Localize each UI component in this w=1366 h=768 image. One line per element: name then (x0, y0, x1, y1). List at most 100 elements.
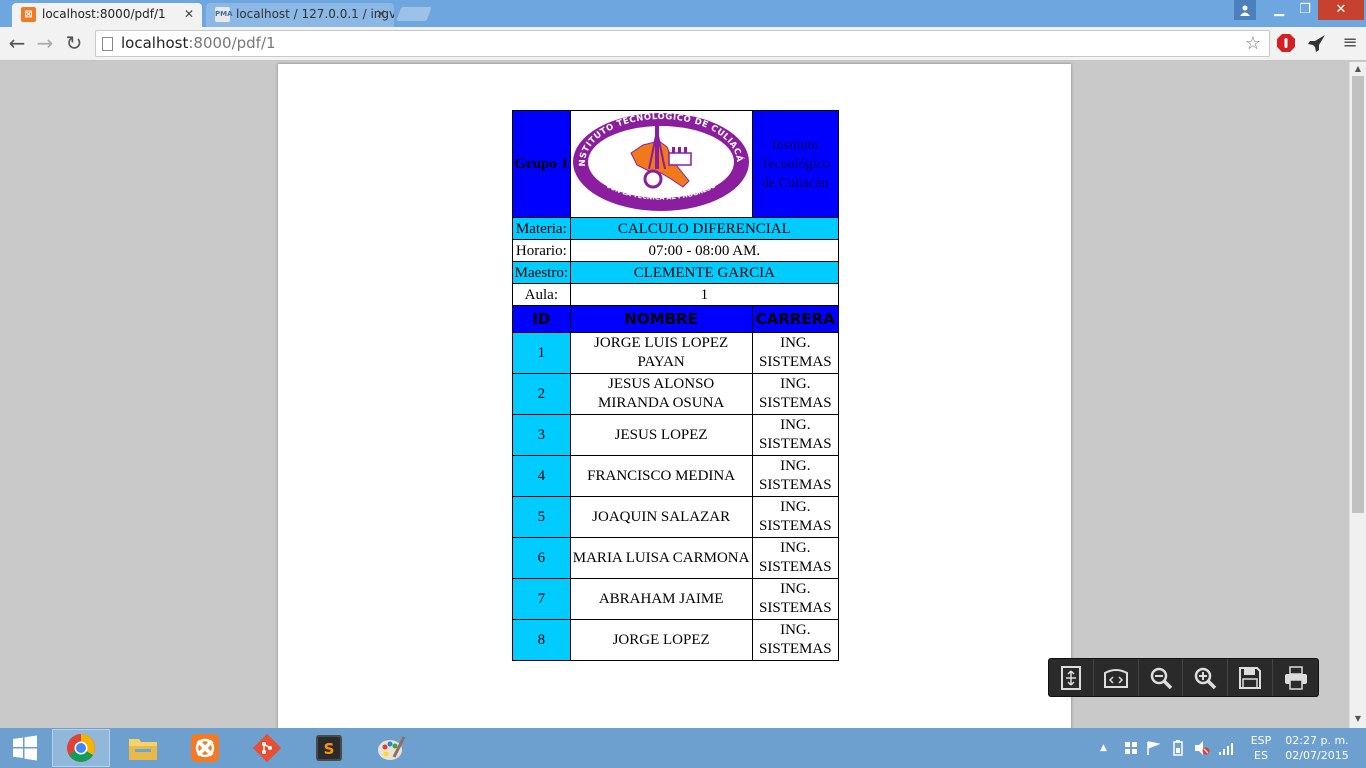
browser-toolbar: ← → ↻ localhost:8000/pdf/1 ☆ ≡ (0, 27, 1366, 61)
table-row: 5 JOAQUIN SALAZAR ING. SISTEMAS (512, 496, 840, 538)
student-career: ING. SISTEMAS (751, 578, 840, 620)
tab-title: localhost:8000/pdf/1 (42, 7, 166, 21)
chrome-menu-icon[interactable]: ≡ (1338, 32, 1362, 56)
institution-name: Instituto Tecnológico de Culiacán (751, 110, 840, 218)
close-window-button[interactable]: ✕ (1318, 0, 1364, 20)
sublime-text-icon: S (316, 735, 342, 761)
report-table: Grupo 1 INSTITUTO TECNOLÓGICO DE CULIACÁ… (512, 104, 840, 661)
battery-icon[interactable] (1170, 728, 1186, 768)
chrome-icon (67, 734, 95, 762)
info-label: Materia: (512, 217, 571, 240)
institute-logo: INSTITUTO TECNOLÓGICO DE CULIACÁN CON LA… (567, 104, 750, 211)
windows-logo-icon (13, 735, 37, 761)
student-id: 5 (512, 496, 571, 538)
student-name: ABRAHAM JAIME (569, 578, 753, 620)
table-row: 6 MARIA LUISA CARMONA ING. SISTEMAS (512, 537, 840, 579)
network-signal-icon[interactable] (1218, 728, 1234, 768)
student-career: ING. SISTEMAS (751, 496, 840, 538)
page-viewport: Grupo 1 INSTITUTO TECNOLÓGICO DE CULIACÁ… (0, 62, 1349, 728)
git-icon (252, 733, 282, 763)
tab-phpmyadmin[interactable]: PMA localhost / 127.0.0.1 / ingv ✕ (206, 3, 394, 27)
fit-page-icon (1060, 665, 1081, 690)
pdf-page: Grupo 1 INSTITUTO TECNOLÓGICO DE CULIACÁ… (278, 64, 1071, 728)
xampp-favicon-icon: ⊠ (21, 7, 36, 22)
info-label: Horario: (512, 239, 571, 262)
volume-muted-icon[interactable] (1194, 728, 1210, 768)
table-row: 8 JORGE LOPEZ ING. SISTEMAS (512, 619, 840, 661)
vertical-scrollbar[interactable]: ▲ ▼ (1349, 62, 1366, 728)
student-career: ING. SISTEMAS (751, 537, 840, 579)
zoom-out-button[interactable] (1139, 659, 1184, 696)
student-id: 2 (512, 373, 571, 415)
taskbar-xampp[interactable] (176, 729, 234, 767)
column-header-id: ID (512, 305, 571, 333)
student-name: JORGE LUIS LOPEZ PAYAN (569, 332, 753, 374)
info-row-maestro: Maestro: CLEMENTE GARCIA (512, 261, 840, 284)
table-row: 4 FRANCISCO MEDINA ING. SISTEMAS (512, 455, 840, 497)
zoom-in-button[interactable] (1183, 659, 1229, 696)
address-bar[interactable]: localhost:8000/pdf/1 ☆ (95, 30, 1270, 57)
flag-icon[interactable] (1146, 728, 1161, 768)
page-icon (102, 37, 113, 51)
info-value: 1 (569, 283, 840, 306)
student-career: ING. SISTEMAS (751, 414, 840, 456)
info-label: Maestro: (512, 261, 571, 284)
student-name: JORGE LOPEZ (569, 619, 753, 661)
print-button[interactable] (1273, 659, 1318, 696)
column-header-nombre: NOMBRE (569, 305, 753, 333)
taskbar-chrome[interactable] (52, 729, 110, 767)
taskbar-sublime-text[interactable]: S (300, 729, 358, 767)
adblock-extension-icon[interactable] (1276, 33, 1296, 53)
close-tab-icon[interactable]: ✕ (376, 3, 386, 25)
restore-button[interactable]: ❐ (1292, 0, 1318, 20)
reload-button[interactable]: ↻ (62, 32, 86, 56)
pdf-viewer-controls (1048, 658, 1319, 697)
folder-icon (129, 739, 157, 760)
student-career: ING. SISTEMAS (751, 373, 840, 415)
start-button[interactable] (0, 729, 50, 767)
student-id: 4 (512, 455, 571, 497)
rocket-extension-icon[interactable] (1307, 33, 1327, 53)
url-text[interactable]: localhost:8000/pdf/1 (121, 31, 276, 56)
student-name: MARIA LUISA CARMONA (569, 537, 753, 579)
new-tab-button[interactable] (395, 6, 433, 22)
report-header-row: Grupo 1 INSTITUTO TECNOLÓGICO DE CULIACÁ… (512, 104, 840, 218)
tab-pdf[interactable]: ⊠ localhost:8000/pdf/1 ✕ (12, 3, 202, 27)
info-value: 07:00 - 08:00 AM. (569, 239, 840, 262)
forward-button[interactable]: → (33, 32, 57, 56)
back-button[interactable]: ← (5, 32, 29, 56)
scroll-up-arrow[interactable]: ▲ (1350, 64, 1366, 73)
logo-cell: INSTITUTO TECNOLÓGICO DE CULIACÁN CON LA… (567, 104, 753, 218)
save-button[interactable] (1228, 659, 1274, 696)
clock[interactable]: 02:27 p. m. 02/07/2015 (1284, 728, 1350, 768)
clock-time: 02:27 p. m. (1285, 734, 1349, 747)
column-header-row: ID NOMBRE CARRERA (512, 305, 840, 333)
taskbar-git[interactable] (238, 729, 296, 767)
tab-title: localhost / 127.0.0.1 / ingv (236, 7, 394, 21)
student-career: ING. SISTEMAS (751, 455, 840, 497)
taskbar-paint[interactable] (362, 729, 420, 767)
info-row-aula: Aula: 1 (512, 283, 840, 306)
student-id: 1 (512, 332, 571, 374)
info-row-materia: Materia: CALCULO DIFERENCIAL (512, 217, 840, 240)
paint-icon (378, 736, 406, 760)
table-row: 7 ABRAHAM JAIME ING. SISTEMAS (512, 578, 840, 620)
taskbar-file-explorer[interactable] (114, 729, 172, 767)
language-code: ESP (1250, 734, 1272, 747)
windows-taskbar: S ▲ ESP ES 02:27 p. m. 02/07/2015 (0, 728, 1366, 768)
page-nav-button[interactable] (1094, 659, 1139, 696)
print-icon (1284, 665, 1307, 690)
input-language-indicator[interactable]: ESP ES (1246, 728, 1276, 768)
minimize-button[interactable]: ▁ (1266, 0, 1292, 20)
show-hidden-icons[interactable]: ▲ (1100, 728, 1107, 768)
user-profile-icon[interactable] (1234, 0, 1256, 20)
action-center-icon[interactable] (1124, 728, 1138, 768)
xampp-icon (191, 734, 219, 762)
close-tab-icon[interactable]: ✕ (184, 3, 194, 25)
student-id: 7 (512, 578, 571, 620)
scrollbar-thumb[interactable] (1352, 76, 1364, 513)
zoom-out-icon (1150, 667, 1172, 689)
fit-page-button[interactable] (1049, 659, 1094, 696)
scroll-down-arrow[interactable]: ▼ (1350, 714, 1366, 723)
bookmark-star-icon[interactable]: ☆ (1245, 31, 1261, 56)
